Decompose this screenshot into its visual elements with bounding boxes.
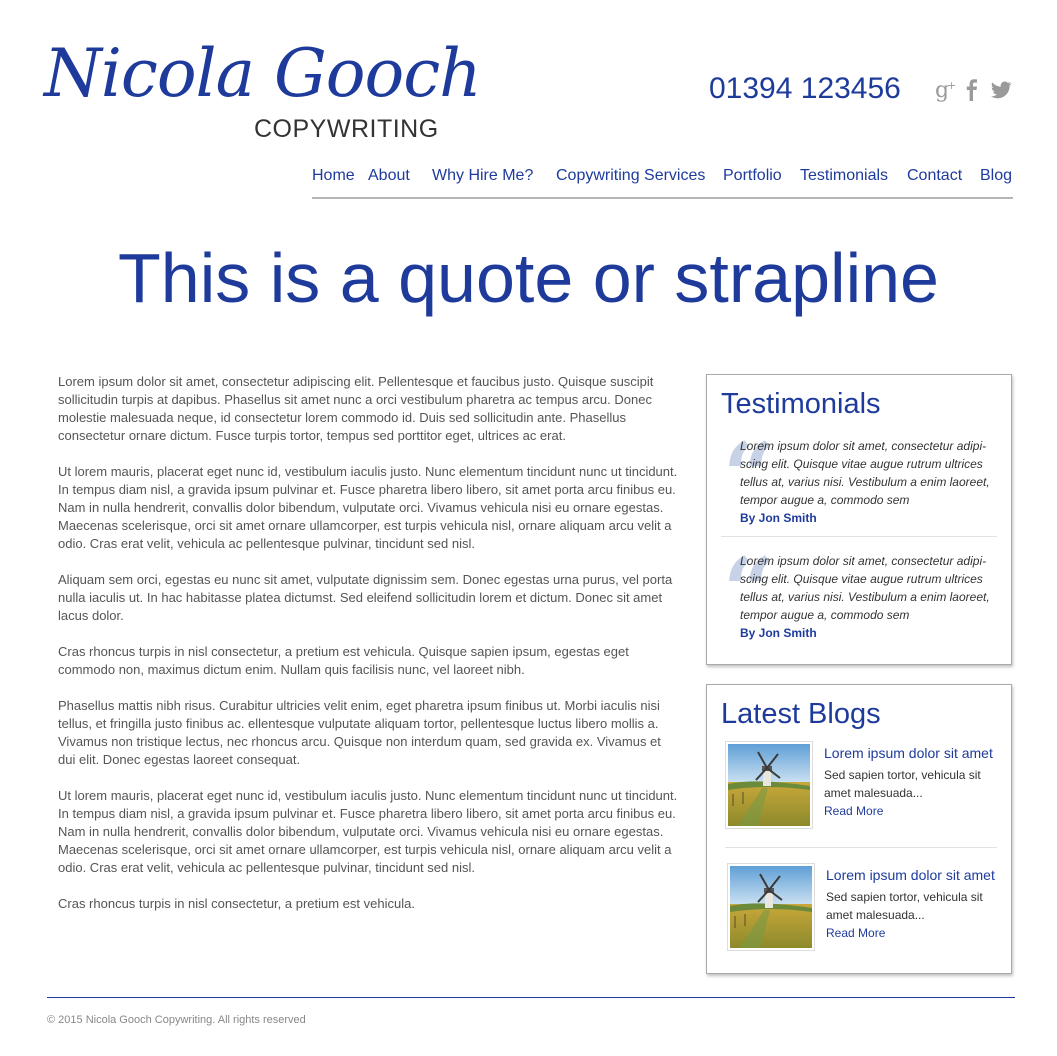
- content-paragraph: Phasellus mattis nibh risus. Curabitur u…: [58, 698, 661, 767]
- nav-home[interactable]: Home: [312, 167, 355, 185]
- testimonial-item: “ Lorem ipsum dolor sit amet, consectetu…: [721, 546, 999, 642]
- logo-name: Nicola Gooch: [44, 35, 482, 112]
- nav-copywriting-services[interactable]: Copywriting Services: [556, 167, 705, 185]
- svg-text:+: +: [947, 79, 956, 92]
- blog-thumbnail[interactable]: [727, 863, 815, 951]
- testimonial-text: Lorem ipsum dolor sit amet, consectetur …: [740, 554, 990, 622]
- testimonials-box: Testimonials “ Lorem ipsum dolor sit ame…: [706, 374, 1012, 665]
- nav-why-hire-me[interactable]: Why Hire Me?: [432, 167, 533, 185]
- latest-blogs-title: Latest Blogs: [721, 698, 881, 730]
- testimonial-item: “ Lorem ipsum dolor sit amet, consectetu…: [721, 431, 999, 527]
- main-content: Lorem ipsum dolor sit amet, consectetur …: [58, 373, 680, 931]
- nav-blog[interactable]: Blog: [980, 167, 1012, 185]
- social-links: g +: [934, 76, 1014, 104]
- testimonial-text: Lorem ipsum dolor sit amet, consectetur …: [740, 439, 990, 507]
- footer-divider: [47, 997, 1015, 998]
- content-paragraph: Cras rhoncus turpis in nisl consectetur,…: [58, 896, 415, 911]
- content-paragraph: Ut lorem mauris, placerat eget nunc id, …: [58, 464, 678, 551]
- facebook-icon[interactable]: [964, 76, 988, 104]
- nav-testimonials[interactable]: Testimonials: [800, 167, 888, 185]
- strapline: This is a quote or strapline: [118, 239, 939, 317]
- blog-excerpt: Sed sapien tortor, vehicula sit amet mal…: [824, 768, 981, 800]
- testimonial-divider: [721, 536, 997, 537]
- nav-about[interactable]: About: [368, 167, 410, 185]
- phone-number[interactable]: 01394 123456: [709, 71, 901, 107]
- twitter-icon[interactable]: [989, 76, 1013, 104]
- blog-excerpt: Sed sapien tortor, vehicula sit amet mal…: [826, 890, 983, 922]
- read-more-link[interactable]: Read More: [826, 924, 885, 942]
- footer-copyright: © 2015 Nicola Gooch Copywriting. All rig…: [47, 1014, 306, 1026]
- latest-blogs-box: Latest Blogs Lorem ipsum dolor sit amet …: [706, 684, 1012, 974]
- blog-thumbnail[interactable]: [725, 741, 813, 829]
- testimonial-author: By Jon Smith: [740, 511, 817, 525]
- main-nav: Home About Why Hire Me? Copywriting Serv…: [312, 163, 1013, 199]
- content-paragraph: Ut lorem mauris, placerat eget nunc id, …: [58, 788, 678, 875]
- nav-contact[interactable]: Contact: [907, 167, 962, 185]
- site-logo[interactable]: Nicola Gooch COPYWRITING: [44, 30, 482, 145]
- content-paragraph: Lorem ipsum dolor sit amet, consectetur …: [58, 374, 654, 443]
- read-more-link[interactable]: Read More: [824, 802, 883, 820]
- blog-item: Lorem ipsum dolor sit amet Sed sapien to…: [727, 863, 1007, 953]
- blog-title[interactable]: Lorem ipsum dolor sit amet: [824, 744, 993, 762]
- blog-divider: [725, 847, 997, 848]
- content-paragraph: Aliquam sem orci, egestas eu nunc sit am…: [58, 572, 673, 623]
- testimonial-author: By Jon Smith: [740, 626, 817, 640]
- blog-item: Lorem ipsum dolor sit amet Sed sapien to…: [725, 741, 1005, 831]
- nav-portfolio[interactable]: Portfolio: [723, 167, 782, 185]
- blog-title[interactable]: Lorem ipsum dolor sit amet: [826, 866, 995, 884]
- google-plus-icon[interactable]: g +: [934, 76, 958, 104]
- testimonials-title: Testimonials: [721, 388, 881, 420]
- windmill-image: [730, 866, 812, 948]
- content-paragraph: Cras rhoncus turpis in nisl consectetur,…: [58, 644, 629, 677]
- windmill-image: [728, 744, 810, 826]
- logo-subtitle: COPYWRITING: [254, 115, 439, 143]
